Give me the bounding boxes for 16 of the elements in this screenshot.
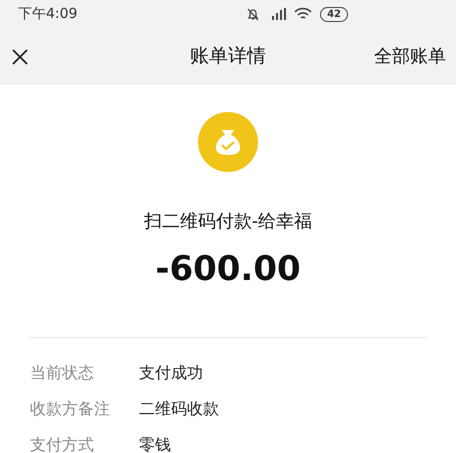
money-bag-icon	[198, 112, 258, 172]
detail-value: 二维码收款	[139, 398, 219, 420]
page-title: 账单详情	[190, 44, 266, 70]
payment-amount: -600.00	[155, 249, 301, 289]
detail-value: 支付成功	[139, 362, 203, 384]
wifi-icon	[294, 7, 312, 21]
detail-label: 收款方备注	[30, 398, 111, 420]
status-time: 下午4:09	[18, 4, 78, 24]
all-bills-link[interactable]: 全部账单	[374, 43, 446, 70]
payment-title: 扫二维码付款-给幸福	[144, 210, 312, 234]
close-button[interactable]	[10, 46, 30, 66]
detail-label: 支付方式	[30, 434, 95, 453]
detail-label: 当前状态	[30, 362, 95, 384]
battery-indicator: 42	[320, 6, 348, 22]
bell-muted-icon	[246, 7, 260, 21]
detail-value: 零钱	[139, 434, 171, 453]
